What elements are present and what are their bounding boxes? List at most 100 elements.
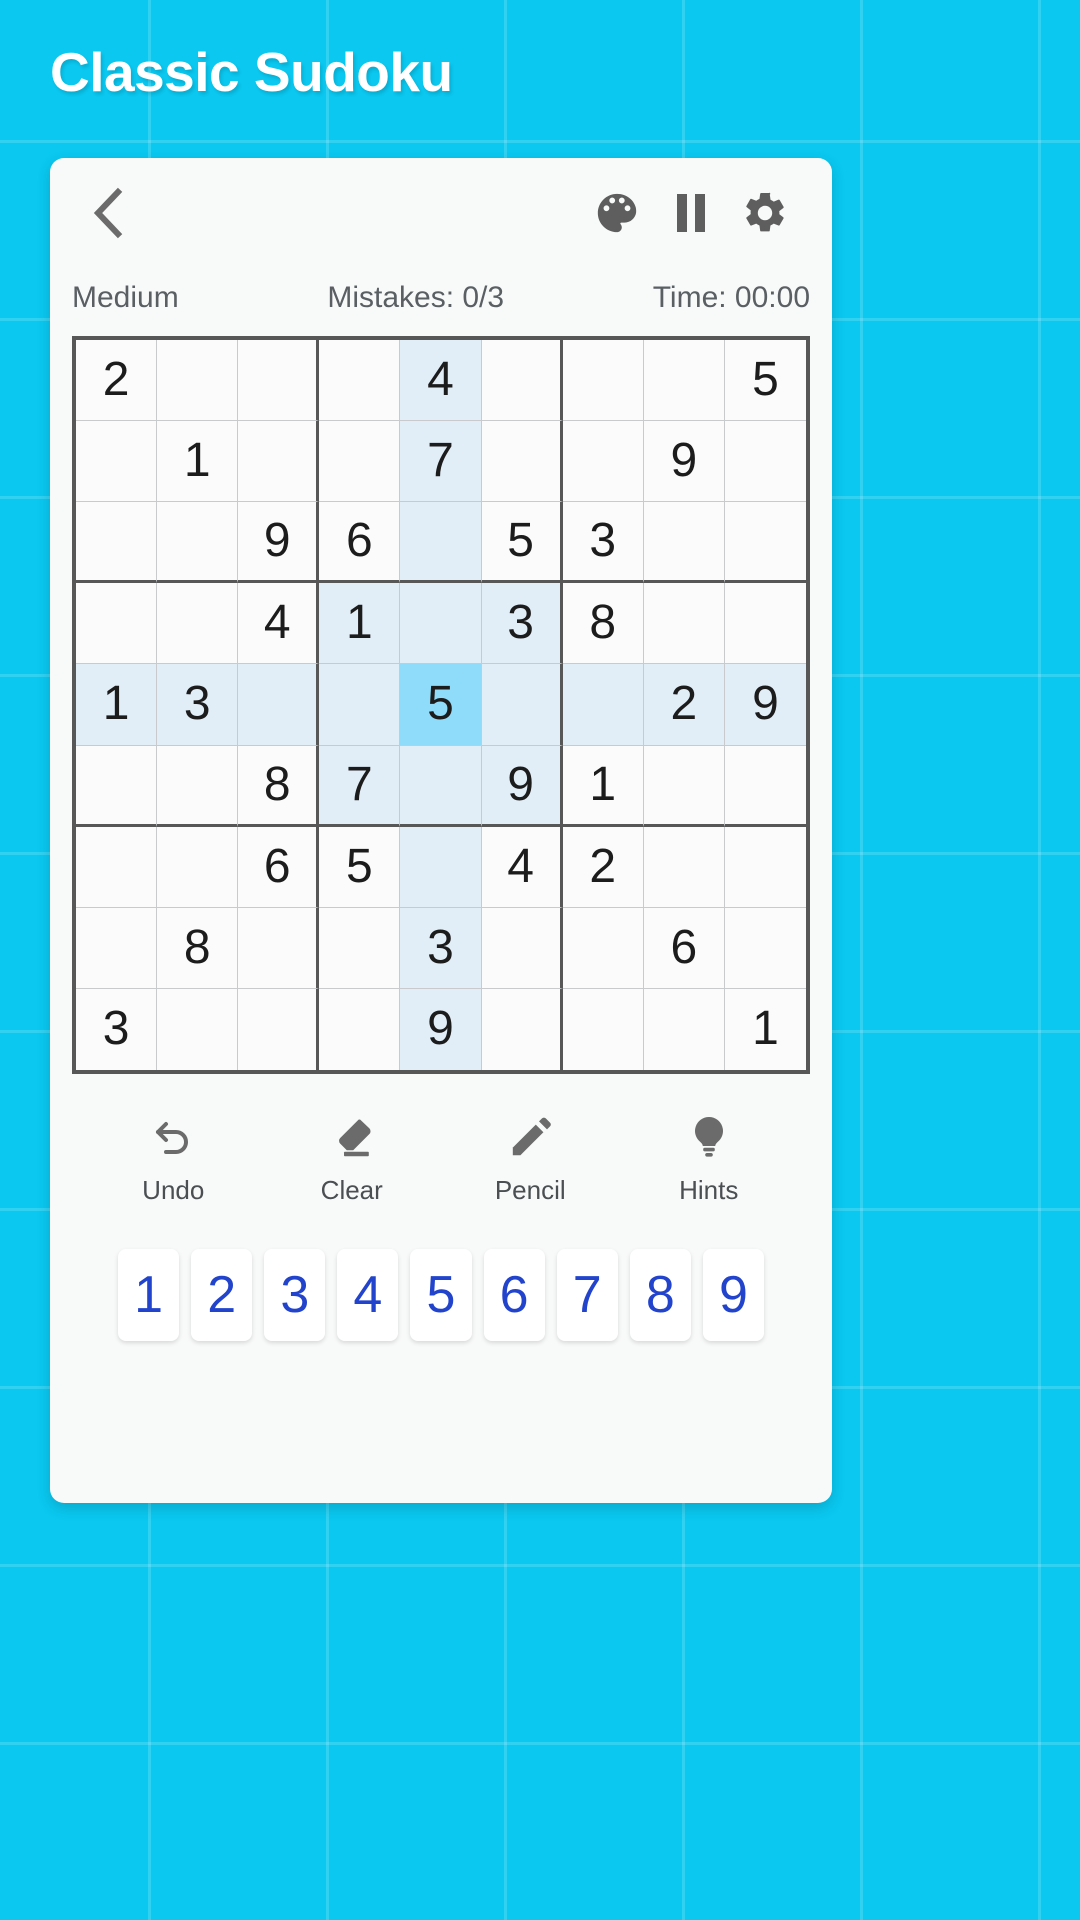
sudoku-cell[interactable] [319,988,401,1070]
sudoku-cell[interactable] [643,340,725,422]
sudoku-cell[interactable] [724,421,806,503]
sudoku-cell[interactable] [238,907,320,989]
undo-button[interactable]: Undo [84,1110,263,1206]
sudoku-cell[interactable]: 6 [643,907,725,989]
sudoku-cell[interactable] [157,583,239,665]
sudoku-cell[interactable]: 2 [562,826,644,908]
sudoku-cell[interactable] [76,421,158,503]
sudoku-cell[interactable]: 3 [76,988,158,1070]
sudoku-cell[interactable] [157,502,239,584]
sudoku-cell[interactable] [238,988,320,1070]
number-key-7[interactable]: 7 [556,1249,618,1341]
clear-button[interactable]: Clear [263,1110,442,1206]
sudoku-cell-highlighted[interactable]: 7 [400,421,482,503]
sudoku-cell-highlighted[interactable]: 2 [643,664,725,746]
sudoku-cell[interactable] [643,826,725,908]
sudoku-cell-highlighted[interactable]: 9 [724,664,806,746]
sudoku-cell-highlighted[interactable]: 9 [400,988,482,1070]
sudoku-cell[interactable]: 4 [481,826,563,908]
sudoku-cell[interactable]: 9 [643,421,725,503]
sudoku-cell[interactable] [562,907,644,989]
number-key-5[interactable]: 5 [410,1249,472,1341]
sudoku-cell[interactable] [643,502,725,584]
number-key-3[interactable]: 3 [264,1249,326,1341]
sudoku-cell[interactable]: 5 [724,340,806,422]
sudoku-cell[interactable] [76,826,158,908]
sudoku-cell[interactable] [724,745,806,827]
sudoku-cell[interactable] [643,583,725,665]
sudoku-cell-highlighted[interactable]: 4 [400,340,482,422]
settings-button[interactable] [728,176,802,250]
sudoku-cell[interactable] [157,826,239,908]
hints-button[interactable]: Hints [620,1110,799,1206]
sudoku-cell[interactable]: 6 [238,826,320,908]
sudoku-cell[interactable]: 1 [562,745,644,827]
sudoku-cell[interactable]: 5 [319,826,401,908]
sudoku-cell-highlighted[interactable] [481,664,563,746]
number-key-6[interactable]: 6 [483,1249,545,1341]
sudoku-cell[interactable]: 1 [724,988,806,1070]
sudoku-cell-highlighted[interactable]: 9 [481,745,563,827]
sudoku-cell[interactable] [643,988,725,1070]
sudoku-cell[interactable]: 9 [238,502,320,584]
sudoku-cell[interactable] [319,907,401,989]
sudoku-cell[interactable] [238,421,320,503]
sudoku-cell-highlighted[interactable] [400,745,482,827]
sudoku-cell[interactable]: 8 [238,745,320,827]
number-key-4[interactable]: 4 [337,1249,399,1341]
sudoku-cell[interactable] [562,421,644,503]
number-key-8[interactable]: 8 [629,1249,691,1341]
sudoku-cell-highlighted[interactable]: 7 [319,745,401,827]
pause-button[interactable] [654,176,728,250]
sudoku-cell[interactable] [319,340,401,422]
sudoku-cell[interactable] [562,340,644,422]
back-button[interactable] [72,176,146,250]
sudoku-cell[interactable] [157,988,239,1070]
sudoku-cell[interactable] [481,421,563,503]
sudoku-cell[interactable]: 8 [562,583,644,665]
number-key-1[interactable]: 1 [118,1249,180,1341]
sudoku-cell-highlighted[interactable] [400,583,482,665]
number-key-9[interactable]: 9 [702,1249,764,1341]
sudoku-cell[interactable]: 4 [238,583,320,665]
sudoku-cell-selected[interactable]: 5 [400,664,482,746]
sudoku-cell-highlighted[interactable] [400,502,482,584]
sudoku-cell-highlighted[interactable]: 3 [481,583,563,665]
sudoku-cell-highlighted[interactable] [319,664,401,746]
sudoku-board-wrap: 245179965341381352987916542836391 [50,328,832,1074]
sudoku-cell[interactable] [481,340,563,422]
sudoku-cell[interactable] [238,340,320,422]
pencil-button[interactable]: Pencil [441,1110,620,1206]
sudoku-cell[interactable] [643,745,725,827]
sudoku-cell[interactable] [76,583,158,665]
sudoku-cell[interactable]: 5 [481,502,563,584]
sudoku-cell-highlighted[interactable]: 3 [157,664,239,746]
theme-button[interactable] [580,176,654,250]
sudoku-cell[interactable] [724,826,806,908]
sudoku-cell[interactable] [481,907,563,989]
sudoku-cell[interactable] [319,421,401,503]
sudoku-board[interactable]: 245179965341381352987916542836391 [72,336,810,1074]
number-key-2[interactable]: 2 [191,1249,253,1341]
sudoku-cell[interactable] [724,583,806,665]
sudoku-cell[interactable] [76,907,158,989]
sudoku-cell-highlighted[interactable] [562,664,644,746]
sudoku-cell[interactable] [562,988,644,1070]
sudoku-cell[interactable] [76,502,158,584]
sudoku-cell-highlighted[interactable] [400,826,482,908]
sudoku-cell[interactable] [157,745,239,827]
sudoku-cell-highlighted[interactable] [238,664,320,746]
sudoku-cell-highlighted[interactable]: 3 [400,907,482,989]
sudoku-cell[interactable]: 3 [562,502,644,584]
sudoku-cell[interactable]: 6 [319,502,401,584]
sudoku-cell[interactable]: 1 [157,421,239,503]
sudoku-cell[interactable] [724,502,806,584]
sudoku-cell[interactable]: 8 [157,907,239,989]
sudoku-cell-highlighted[interactable]: 1 [76,664,158,746]
sudoku-cell[interactable]: 2 [76,340,158,422]
sudoku-cell[interactable] [76,745,158,827]
sudoku-cell[interactable] [157,340,239,422]
sudoku-cell-highlighted[interactable]: 1 [319,583,401,665]
sudoku-cell[interactable] [481,988,563,1070]
sudoku-cell[interactable] [724,907,806,989]
